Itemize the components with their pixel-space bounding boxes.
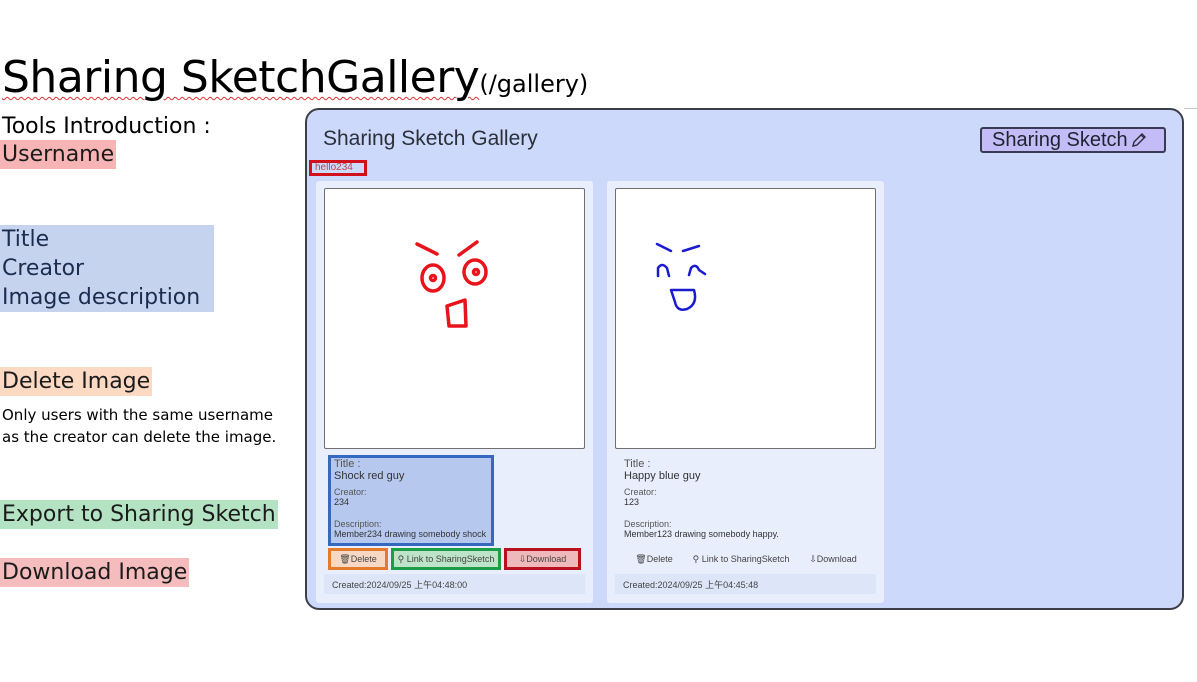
legend-delete-note-line: as the creator can delete the image. xyxy=(2,428,277,446)
delete-button[interactable]: 🗑 Delete xyxy=(629,548,679,570)
link-label: Link to SharingSketch xyxy=(406,554,495,564)
creator-label: Creator: xyxy=(334,487,367,497)
delete-label: Delete xyxy=(350,554,377,564)
sketch-image xyxy=(324,188,585,449)
link-icon: ⚲ xyxy=(397,553,405,564)
legend-description: Image description xyxy=(2,285,201,310)
sketch-strokes xyxy=(655,242,707,311)
route-label: (/gallery) xyxy=(479,70,589,98)
delete-label: Delete xyxy=(646,554,673,564)
creator-label: Creator: xyxy=(624,487,657,497)
gallery-app-screenshot: Sharing Sketch Gallery Sharing Sketch he… xyxy=(305,108,1184,610)
legend-title: Title xyxy=(2,227,50,252)
download-icon: ⇩ xyxy=(518,553,527,564)
slide-heading: Sharing SketchGallery(/gallery) xyxy=(2,52,588,103)
card-actions: 🗑 Delete ⚲ Link to SharingSketch ⇩ Downloa… xyxy=(617,548,873,570)
download-label: Download xyxy=(816,554,857,564)
creator-value: 234 xyxy=(334,497,350,507)
created-timestamp: Created:2024/09/25 上午04:45:48 xyxy=(615,574,876,594)
card-actions: 🗑 Delete ⚲ Link to SharingSketch ⇩ Downloa… xyxy=(326,548,582,570)
legend-export: Export to Sharing Sketch xyxy=(0,500,278,529)
slide-title: Sharing SketchGallery xyxy=(2,52,480,103)
download-button[interactable]: ⇩ Download xyxy=(803,548,863,570)
divider xyxy=(1184,108,1197,109)
download-button[interactable]: ⇩ Download xyxy=(504,548,581,570)
trash-icon: 🗑 xyxy=(339,553,351,564)
gallery-card: Title : Happy blue guy Creator: 123 Desc… xyxy=(607,181,884,603)
image-info: Title : Shock red guy Creator: 234 Descr… xyxy=(328,455,494,546)
username-tag: hello234 xyxy=(309,160,367,176)
description-value: Member123 drawing somebody happy. xyxy=(624,529,779,539)
link-to-sharingsketch-button[interactable]: ⚲ Link to SharingSketch xyxy=(691,548,791,570)
title-label: Title : xyxy=(624,458,651,470)
description-label: Description: xyxy=(624,519,672,529)
creator-value: 123 xyxy=(624,497,640,507)
description-label: Description: xyxy=(334,519,382,529)
legend-delete-note-line: Only users with the same username xyxy=(2,406,274,424)
download-icon: ⇩ xyxy=(809,553,817,564)
link-to-sharingsketch-button[interactable]: ⚲ Link to SharingSketch xyxy=(391,548,501,570)
sharing-sketch-button-label: Sharing Sketch xyxy=(992,128,1128,151)
legend-delete: Delete Image xyxy=(0,367,153,396)
legend-username: Username xyxy=(0,140,117,169)
image-title: Happy blue guy xyxy=(624,470,701,482)
title-label: Title : xyxy=(334,458,361,470)
link-icon: ⚲ xyxy=(692,553,700,564)
legend-download: Download Image xyxy=(0,558,190,587)
app-title: Sharing Sketch Gallery xyxy=(323,127,538,150)
sharing-sketch-button[interactable]: Sharing Sketch xyxy=(980,127,1166,153)
sketch-image xyxy=(615,188,876,449)
legend-delete-note: Only users with the same username as the… xyxy=(2,404,276,448)
gallery-card: Title : Shock red guy Creator: 234 Descr… xyxy=(316,181,593,603)
legend-info-group: Title Creator Image description xyxy=(0,225,214,312)
download-label: Download xyxy=(526,554,567,564)
delete-button[interactable]: 🗑 Delete xyxy=(328,548,388,570)
image-title: Shock red guy xyxy=(334,470,405,482)
created-timestamp: Created:2024/09/25 上午04:48:00 xyxy=(324,574,585,594)
sketch-strokes xyxy=(415,240,488,328)
trash-icon: 🗑 xyxy=(635,553,647,564)
description-value: Member234 drawing somebody shock xyxy=(334,529,487,539)
link-label: Link to SharingSketch xyxy=(701,554,790,564)
pencil-icon xyxy=(1131,133,1146,147)
legend-intro: Tools Introduction : xyxy=(2,114,211,139)
image-info: Title : Happy blue guy Creator: 123 Desc… xyxy=(624,458,784,539)
legend-creator: Creator xyxy=(2,256,85,281)
